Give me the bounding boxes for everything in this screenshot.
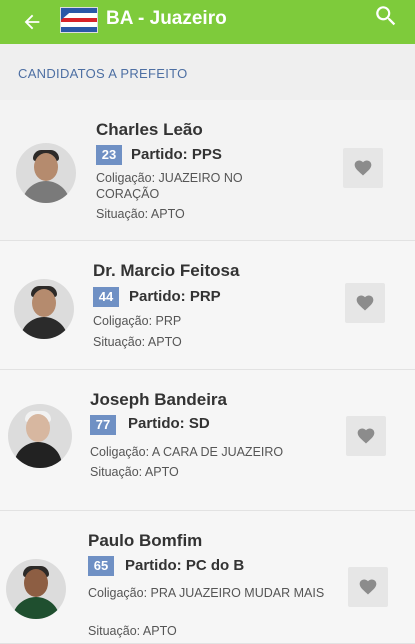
candidate-party: Partido: PRP: [129, 288, 221, 305]
candidate-number-badge: 77: [90, 415, 116, 435]
avatar: [8, 404, 72, 468]
bahia-flag-icon: [60, 7, 98, 33]
candidate-situation: Situação: APTO: [96, 207, 185, 221]
candidate-party: Partido: SD: [128, 415, 210, 432]
candidate-number-badge: 44: [93, 287, 119, 307]
favorite-button[interactable]: [345, 283, 385, 323]
section-title: CANDIDATOS A PREFEITO: [18, 66, 188, 81]
heart-icon: [357, 428, 375, 444]
avatar: [6, 559, 66, 619]
favorite-button[interactable]: [348, 567, 388, 607]
page-title: BA - Juazeiro: [106, 8, 227, 29]
back-arrow-icon[interactable]: [18, 8, 46, 36]
candidate-name: Dr. Marcio Feitosa: [93, 261, 240, 280]
candidate-coalition: Coligação: A CARA DE JUAZEIRO: [90, 445, 284, 459]
candidate-number-badge: 23: [96, 145, 122, 165]
avatar: [16, 143, 76, 203]
candidate-situation: Situação: APTO: [90, 465, 179, 479]
candidate-coalition: Coligação: PRA JUAZEIRO MUDAR MAIS: [88, 586, 325, 600]
candidate-name: Paulo Bomfim: [88, 531, 203, 550]
heart-icon: [359, 579, 377, 595]
candidate-name: Joseph Bandeira: [90, 390, 227, 409]
heart-icon: [356, 295, 374, 311]
candidate-card[interactable]: Paulo Bomfim 65 Partido: PC do B Coligaç…: [0, 511, 415, 644]
candidate-card[interactable]: Charles Leão 23 Partido: PPS Coligação: …: [0, 100, 415, 241]
candidate-coalition: Coligação: JUAZEIRO NO CORAÇÃO: [96, 171, 243, 201]
candidate-card[interactable]: Joseph Bandeira 77 Partido: SD Coligação…: [0, 370, 415, 511]
candidate-card[interactable]: Dr. Marcio Feitosa 44 Partido: PRP Colig…: [0, 241, 415, 370]
candidate-party: Partido: PC do B: [125, 557, 245, 574]
candidate-name: Charles Leão: [96, 120, 203, 139]
heart-icon: [354, 160, 372, 176]
candidate-situation: Situação: APTO: [93, 335, 182, 349]
candidate-situation: Situação: APTO: [88, 624, 177, 638]
top-app-bar: BA - Juazeiro: [0, 0, 415, 44]
avatar: [14, 279, 74, 339]
candidate-coalition: Coligação: PRP: [93, 314, 182, 328]
favorite-button[interactable]: [346, 416, 386, 456]
candidate-party: Partido: PPS: [131, 146, 222, 163]
favorite-button[interactable]: [343, 148, 383, 188]
candidate-number-badge: 65: [88, 556, 114, 576]
search-icon[interactable]: [373, 3, 399, 29]
candidate-list: Charles Leão 23 Partido: PPS Coligação: …: [0, 100, 415, 644]
